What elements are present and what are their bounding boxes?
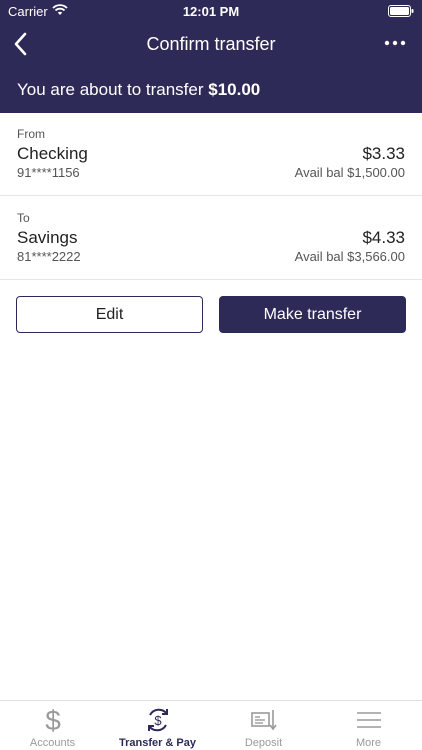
edit-button[interactable]: Edit [16,296,203,333]
tab-accounts[interactable]: $ Accounts [0,701,105,750]
tab-label: Accounts [29,737,76,749]
status-bar: Carrier 12:01 PM [0,0,422,22]
battery-icon [388,5,414,17]
check-deposit-icon [250,710,277,731]
make-transfer-button[interactable]: Make transfer [219,296,406,333]
tab-bar: $ Accounts $ Transfer & Pay Deposit More [0,700,422,750]
from-account-amount: $3.33 [362,144,405,163]
transfer-pay-icon: $ [147,708,168,732]
from-available-balance: Avail bal $1,500.00 [294,165,405,180]
tab-label: Transfer & Pay [118,737,197,749]
svg-text:$: $ [154,713,162,728]
summary-text: You are about to transfer [17,80,204,99]
from-account-name: Checking [17,144,88,163]
tab-transfer-pay[interactable]: $ Transfer & Pay [105,701,210,750]
summary-amount: $10.00 [208,80,261,99]
tab-more[interactable]: More [316,701,421,750]
header: Carrier 12:01 PM Confirm transfer You ar… [0,0,422,113]
to-label: To [17,211,30,225]
tab-deposit[interactable]: Deposit [211,701,316,750]
from-label: From [17,127,45,141]
svg-text:$: $ [45,706,61,734]
to-account-amount: $4.33 [362,228,405,247]
hamburger-menu-icon [356,712,381,728]
more-options-icon[interactable] [384,36,406,50]
tab-label: Deposit [244,737,283,749]
transfer-summary: You are about to transfer $10.00 [17,80,260,100]
to-account-row: To Savings 81****2222 $4.33 Avail bal $3… [0,197,422,280]
from-account-number: 91****1156 [17,165,80,180]
to-available-balance: Avail bal $3,566.00 [294,249,405,264]
status-time: 12:01 PM [182,4,240,19]
tab-label: More [355,737,382,749]
nav-bar: Confirm transfer [0,24,422,64]
to-account-name: Savings [17,228,78,247]
from-account-row: From Checking 91****1156 $3.33 Avail bal… [0,113,422,196]
dollar-icon: $ [45,706,61,734]
page-title: Confirm transfer [146,34,276,54]
to-account-number: 81****2222 [17,249,81,264]
